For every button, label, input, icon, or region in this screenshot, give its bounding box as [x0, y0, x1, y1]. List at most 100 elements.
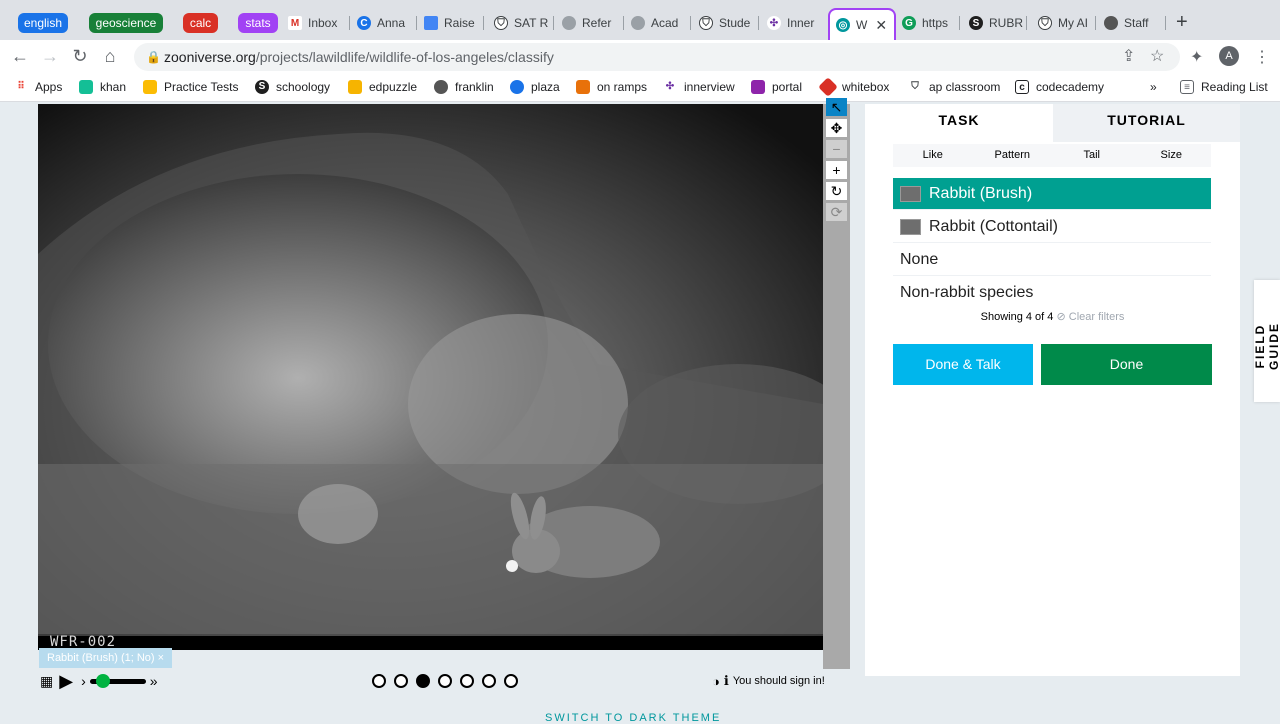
extensions-icon[interactable]: ✦ — [1190, 47, 1203, 67]
profile-avatar[interactable]: A — [1219, 46, 1239, 66]
play-icon[interactable]: ▶ — [59, 671, 73, 692]
fast-icon[interactable]: » — [150, 673, 158, 689]
frame-dot-current[interactable] — [416, 674, 430, 688]
field-guide-tab[interactable]: FIELD GUIDE — [1253, 280, 1280, 402]
grid-view-icon[interactable]: ▦ — [40, 673, 53, 690]
frame-dot[interactable] — [438, 674, 452, 688]
tab-tutorial[interactable]: TUTORIAL — [1053, 104, 1240, 142]
choice-rabbit-brush[interactable]: Rabbit (Brush) — [893, 178, 1211, 210]
tab-group-geoscience[interactable]: geoscience — [89, 13, 163, 33]
species-thumbnail — [900, 185, 921, 202]
tab-group-english[interactable]: english — [18, 13, 68, 33]
bookmark-on-ramps[interactable]: on ramps — [576, 80, 647, 94]
bookmark-codecademy[interactable]: c codecademy — [1015, 80, 1104, 94]
filter-pattern[interactable]: Pattern — [973, 144, 1053, 167]
bookmarks-bar: ⠿ Apps khan Practice Tests Sschoology edp… — [0, 74, 1280, 102]
bookmark-apps[interactable]: ⠿ Apps — [14, 80, 62, 94]
dark-theme-link[interactable]: SWITCH TO DARK THEME — [545, 712, 721, 724]
tab-inner[interactable]: ✣ Inner — [767, 10, 825, 36]
move-tool-icon[interactable]: ✥ — [826, 119, 847, 137]
tab-inbox[interactable]: M Inbox — [288, 10, 350, 36]
tab-my-ai[interactable]: ⛉ My AI — [1038, 10, 1096, 36]
tab-group-calc[interactable]: calc — [183, 13, 218, 33]
choice-non-rabbit[interactable]: Non-rabbit species — [893, 277, 1211, 309]
address-bar[interactable]: 🔒 zooniverse.org/projects/lawildlife/wil… — [134, 43, 1180, 71]
choice-none[interactable]: None — [893, 244, 1211, 276]
bookmark-star-icon[interactable]: ☆ — [1150, 43, 1164, 71]
frame-dot[interactable] — [372, 674, 386, 688]
schoology-icon: S — [969, 16, 983, 30]
bookmark-khan[interactable]: khan — [79, 80, 126, 94]
tab-stude[interactable]: ⛉ Stude — [699, 10, 759, 36]
bookmark-innerview[interactable]: ✣ innerview — [663, 80, 735, 94]
bookmark-whitebox[interactable]: whitebox — [818, 77, 889, 97]
menu-icon[interactable]: ⋮ — [1254, 47, 1270, 67]
camera-trap-photo — [38, 104, 823, 650]
frame-dot[interactable] — [482, 674, 496, 688]
codecademy-icon: c — [1015, 80, 1029, 94]
results-count: Showing 4 of 4 ⊘ Clear filters — [980, 311, 1125, 323]
reading-list[interactable]: ≡ Reading List — [1180, 80, 1268, 94]
shield-icon: ⛉ — [494, 16, 508, 30]
tab-zooniverse-active[interactable]: ◎ W ✕ — [828, 8, 896, 40]
filter-tail[interactable]: Tail — [1052, 144, 1132, 167]
bookmark-edpuzzle[interactable]: edpuzzle — [348, 80, 417, 94]
signin-notice: ◑ ℹ You should sign in! — [712, 673, 825, 689]
tab-staff[interactable]: Staff — [1104, 10, 1166, 36]
slow-icon[interactable]: › — [81, 673, 86, 689]
new-tab-icon[interactable]: + — [1176, 11, 1188, 34]
lock-icon: 🔒 — [146, 50, 161, 64]
tab-rubr[interactable]: S RUBR — [969, 10, 1027, 36]
zoom-out-icon[interactable]: − — [826, 140, 847, 158]
bookmark-practice-tests[interactable]: Practice Tests — [143, 80, 238, 94]
tab-https[interactable]: Ghttps — [902, 10, 960, 36]
filter-like[interactable]: Like — [893, 144, 973, 167]
globe-icon — [631, 16, 645, 30]
frame-dot[interactable] — [394, 674, 408, 688]
clear-filters[interactable]: ⊘ Clear filters — [1056, 311, 1124, 323]
choice-rabbit-cottontail[interactable]: Rabbit (Cottontail) — [893, 211, 1211, 243]
speed-slider[interactable] — [89, 673, 146, 688]
tab-anna[interactable]: C Anna — [357, 10, 417, 36]
contrast-icon[interactable]: ◑ — [712, 674, 720, 689]
remove-annotation-icon[interactable]: × — [158, 652, 164, 664]
tab-task[interactable]: TASK — [865, 104, 1053, 142]
info-icon[interactable]: ℹ — [724, 673, 729, 689]
done-and-talk-button[interactable]: Done & Talk — [893, 344, 1033, 385]
speed-slider-handle[interactable] — [95, 673, 110, 688]
tab-sat[interactable]: ⛉ SAT R — [494, 10, 554, 36]
tab-group-stats[interactable]: stats — [238, 13, 278, 33]
close-tab-icon[interactable]: ✕ — [875, 17, 887, 34]
bookmark-franklin[interactable]: franklin — [434, 80, 494, 94]
home-icon[interactable]: ⌂ — [100, 46, 120, 67]
frame-dot[interactable] — [504, 674, 518, 688]
whitebox-icon — [818, 77, 838, 97]
tab-acad[interactable]: Acad — [631, 10, 691, 36]
back-icon[interactable]: ← — [10, 46, 30, 67]
subject-image[interactable]: WFR-002 — [38, 104, 823, 650]
khan-icon — [79, 80, 93, 94]
reload-icon[interactable]: ↻ — [70, 46, 90, 67]
annotation-tag[interactable]: Rabbit (Brush) (1; No) × — [39, 648, 173, 668]
bookmark-ap-classroom[interactable]: ⛉ ap classroom — [908, 80, 1000, 94]
zoom-in-icon[interactable]: + — [826, 161, 847, 179]
forward-icon[interactable]: → — [40, 46, 60, 67]
site-icon — [1104, 16, 1118, 30]
tab-refer[interactable]: Refer — [562, 10, 624, 36]
frame-dot[interactable] — [460, 674, 474, 688]
bookmarks-overflow-icon[interactable]: » — [1150, 80, 1157, 94]
pointer-tool-icon[interactable]: ↖ — [826, 98, 847, 116]
share-icon[interactable]: ⇪ — [1122, 43, 1135, 71]
rotate-icon[interactable]: ↻ — [826, 182, 847, 200]
zooniverse-icon: ◎ — [836, 18, 850, 32]
edpuzzle-icon — [348, 80, 362, 94]
bookmark-portal[interactable]: portal — [751, 80, 802, 94]
done-button[interactable]: Done — [1041, 344, 1212, 385]
bookmark-schoology[interactable]: Sschoology — [255, 80, 330, 94]
tab-raise[interactable]: Raise — [424, 10, 484, 36]
drive-icon — [143, 80, 157, 94]
bookmark-plaza[interactable]: plaza — [510, 80, 560, 94]
toolbar: ← → ↻ ⌂ 🔒 zooniverse.org/projects/lawild… — [0, 40, 1280, 74]
filter-size[interactable]: Size — [1132, 144, 1212, 167]
reset-view-icon[interactable]: ⟳ — [826, 203, 847, 221]
